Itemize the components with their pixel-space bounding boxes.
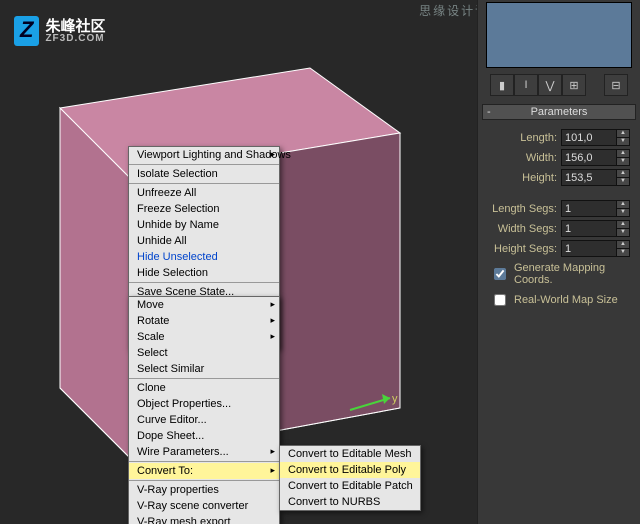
wsegs-input[interactable] xyxy=(561,220,617,237)
mi-vray-scene-conv[interactable]: V-Ray scene converter xyxy=(129,498,279,514)
tool-4[interactable]: ⊞ xyxy=(562,74,586,96)
lsegs-spinner[interactable]: ▲▼ xyxy=(561,200,630,217)
down-icon[interactable]: ▼ xyxy=(617,229,629,236)
tool-3[interactable]: ⋁ xyxy=(538,74,562,96)
height-label: Height: xyxy=(522,172,557,184)
mi-unhide-all[interactable]: Unhide All xyxy=(129,233,279,249)
mi-curve-editor[interactable]: Curve Editor... xyxy=(129,412,279,428)
hsegs-input[interactable] xyxy=(561,240,617,257)
mi-conv-mesh[interactable]: Convert to Editable Mesh xyxy=(280,446,420,462)
panel-toolbar: ▮ I ⋁ ⊞ ⊟ xyxy=(486,74,632,96)
length-label: Length: xyxy=(520,132,557,144)
mi-move[interactable]: Move xyxy=(129,297,279,313)
up-icon[interactable]: ▲ xyxy=(617,150,629,158)
mi-dope-sheet[interactable]: Dope Sheet... xyxy=(129,428,279,444)
mi-rotate[interactable]: Rotate xyxy=(129,313,279,329)
rollout-title: Parameters xyxy=(531,106,588,118)
mi-vray-props[interactable]: V-Ray properties xyxy=(129,482,279,498)
down-icon[interactable]: ▼ xyxy=(617,249,629,256)
parameters-rollout: - Parameters Length: ▲▼ Width: ▲▼ Height… xyxy=(482,104,636,324)
mi-conv-poly[interactable]: Convert to Editable Poly xyxy=(280,462,420,478)
height-spinner[interactable]: ▲▼ xyxy=(561,169,630,186)
collapse-icon: - xyxy=(487,106,491,118)
command-panel: ▮ I ⋁ ⊞ ⊟ - Parameters Length: ▲▼ Width:… xyxy=(477,0,640,524)
mi-obj-props[interactable]: Object Properties... xyxy=(129,396,279,412)
mi-conv-patch[interactable]: Convert to Editable Patch xyxy=(280,478,420,494)
width-input[interactable] xyxy=(561,149,617,166)
up-icon[interactable]: ▲ xyxy=(617,241,629,249)
up-icon[interactable]: ▲ xyxy=(617,170,629,178)
down-icon[interactable]: ▼ xyxy=(617,138,629,145)
down-icon[interactable]: ▼ xyxy=(617,178,629,185)
context-menu-transform[interactable]: Move Rotate Scale Select Select Similar … xyxy=(128,296,280,524)
mi-freeze[interactable]: Freeze Selection xyxy=(129,201,279,217)
width-spinner[interactable]: ▲▼ xyxy=(561,149,630,166)
gen-coords-box[interactable] xyxy=(494,268,506,280)
mi-conv-nurbs[interactable]: Convert to NURBS xyxy=(280,494,420,510)
mi-scale[interactable]: Scale xyxy=(129,329,279,345)
realworld-check[interactable]: Real-World Map Size xyxy=(490,291,628,309)
wsegs-spinner[interactable]: ▲▼ xyxy=(561,220,630,237)
logo-mark: Z xyxy=(14,16,39,46)
length-spinner[interactable]: ▲▼ xyxy=(561,129,630,146)
lsegs-label: Length Segs: xyxy=(492,203,557,215)
mi-convert-to[interactable]: Convert To: xyxy=(129,463,279,479)
up-icon[interactable]: ▲ xyxy=(617,221,629,229)
logo-cn: 朱峰社区 xyxy=(45,19,105,34)
mi-clone[interactable]: Clone xyxy=(129,380,279,396)
wsegs-label: Width Segs: xyxy=(498,223,557,235)
mi-vray-mesh-export[interactable]: V-Ray mesh export xyxy=(129,514,279,524)
material-preview[interactable] xyxy=(486,2,632,68)
mi-wire-params[interactable]: Wire Parameters... xyxy=(129,444,279,460)
logo-en: ZF3D.COM xyxy=(45,34,105,44)
width-label: Width: xyxy=(526,152,557,164)
mi-viewport-lighting[interactable]: Viewport Lighting and Shadows xyxy=(129,147,279,163)
down-icon[interactable]: ▼ xyxy=(617,209,629,216)
rollout-header[interactable]: - Parameters xyxy=(482,104,636,120)
realworld-box[interactable] xyxy=(494,294,506,306)
hsegs-spinner[interactable]: ▲▼ xyxy=(561,240,630,257)
mi-isolate[interactable]: Isolate Selection xyxy=(129,166,279,182)
mi-hide-selection[interactable]: Hide Selection xyxy=(129,265,279,281)
logo: Z 朱峰社区 ZF3D.COM xyxy=(14,16,105,46)
submenu-convert-to[interactable]: Convert to Editable Mesh Convert to Edit… xyxy=(279,445,421,511)
mi-hide-unselected[interactable]: Hide Unselected xyxy=(129,249,279,265)
mi-unfreeze[interactable]: Unfreeze All xyxy=(129,185,279,201)
tool-2[interactable]: I xyxy=(514,74,538,96)
tool-1[interactable]: ▮ xyxy=(490,74,514,96)
gen-coords-check[interactable]: Generate Mapping Coords. xyxy=(490,262,628,286)
mi-unhide-name[interactable]: Unhide by Name xyxy=(129,217,279,233)
mi-select[interactable]: Select xyxy=(129,345,279,361)
height-input[interactable] xyxy=(561,169,617,186)
length-input[interactable] xyxy=(561,129,617,146)
up-icon[interactable]: ▲ xyxy=(617,130,629,138)
mi-select-similar[interactable]: Select Similar xyxy=(129,361,279,377)
tool-5[interactable]: ⊟ xyxy=(604,74,628,96)
down-icon[interactable]: ▼ xyxy=(617,158,629,165)
up-icon[interactable]: ▲ xyxy=(617,201,629,209)
lsegs-input[interactable] xyxy=(561,200,617,217)
hsegs-label: Height Segs: xyxy=(494,243,557,255)
